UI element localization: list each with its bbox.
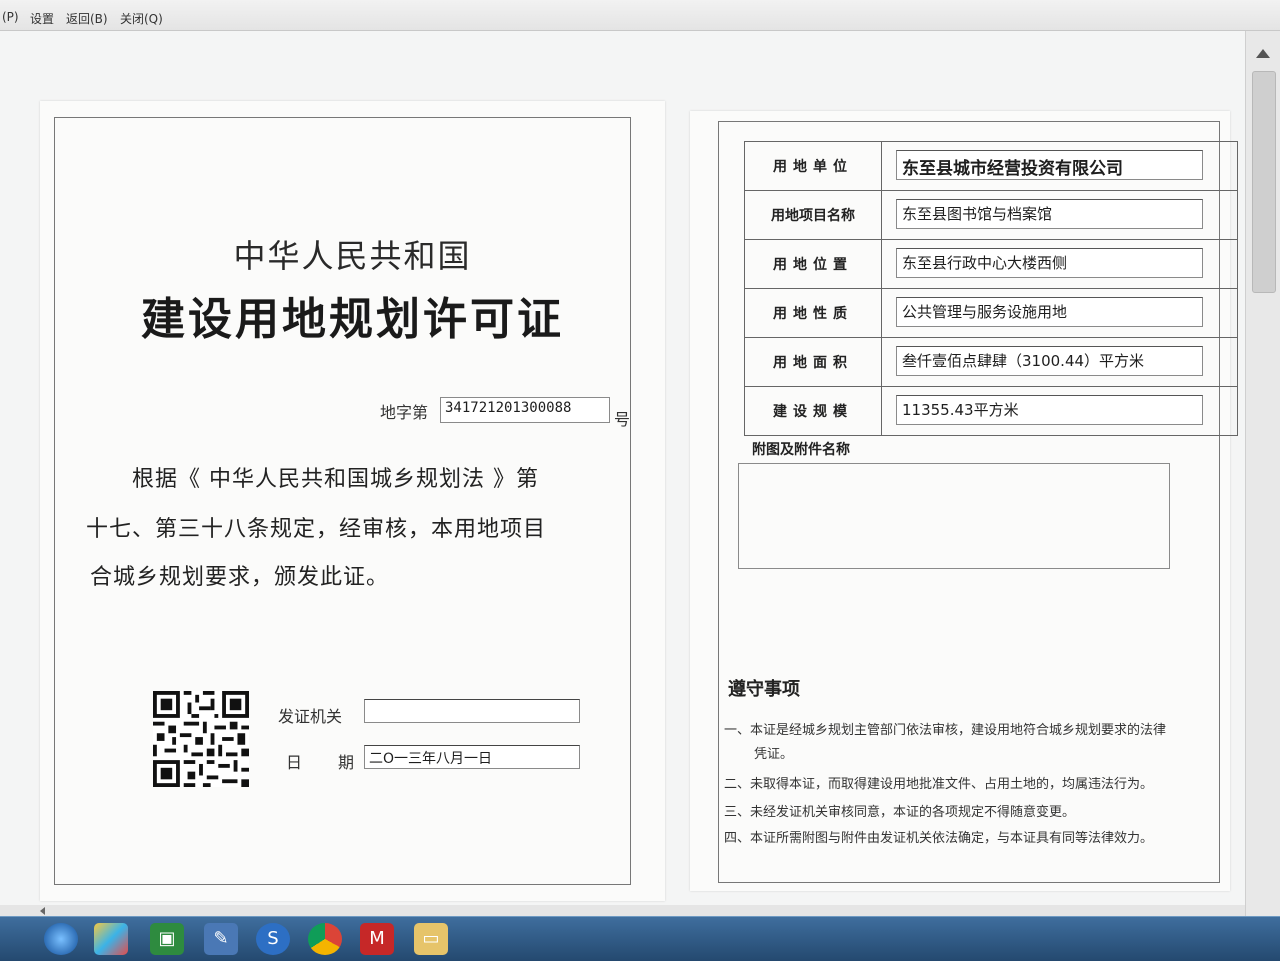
land-area-field: 叁仟壹佰点肆肆（3100.44）平方米 [896, 346, 1203, 376]
certificate-title: 建设用地规划许可证 [141, 294, 564, 345]
land-area-label: 用地面积 [744, 337, 882, 387]
land-info-table: 用地单位 东至县城市经营投资有限公司 用地项目名称 东至县图书馆与档案馆 用地位… [744, 141, 1238, 436]
table-row: 用地项目名称 东至县图书馆与档案馆 [744, 190, 1238, 240]
note-item-1-cont: 凭证。 [754, 747, 794, 762]
note-item-1: 一、本证是经城乡规划主管部门依法审核，建设用地符合城乡规划要求的法律 [724, 723, 1167, 738]
attachments-field [738, 463, 1170, 569]
land-use-label: 用地性质 [744, 288, 882, 338]
table-row: 用地面积 叁仟壹佰点肆肆（3100.44）平方米 [744, 337, 1238, 387]
permit-number-field: 341721201300088 [440, 397, 610, 423]
mcafee-shield-icon[interactable]: M [360, 923, 394, 955]
table-row: 用地位置 东至县行政中心大楼西侧 [744, 239, 1238, 289]
permit-number-suffix: 号 [614, 410, 631, 429]
menu-item-back[interactable]: 返回(B) [66, 10, 108, 27]
construction-scale-field: 11355.43平方米 [896, 395, 1203, 425]
pen-tool-icon[interactable]: ✎ [204, 923, 238, 955]
note-item-2: 二、未取得本证，而取得建设用地批准文件、占用土地的，均属违法行为。 [724, 777, 1154, 792]
chrome-icon[interactable] [308, 923, 342, 955]
note-item-3: 三、未经发证机关审核同意，本证的各项规定不得随意变更。 [724, 805, 1076, 820]
attachments-label: 附图及附件名称 [752, 442, 850, 458]
vertical-scrollbar[interactable] [1245, 31, 1280, 916]
document-canvas: 中华人民共和国 建设用地规划许可证 地字第 341721201300088 号 … [0, 31, 1245, 916]
issuer-label: 发证机关 [278, 707, 343, 726]
project-name-field: 东至县图书馆与档案馆 [896, 199, 1203, 229]
scroll-left-icon[interactable] [40, 907, 45, 915]
qr-code [153, 691, 249, 787]
green-window-icon[interactable]: ▣ [150, 923, 184, 955]
scroll-thumb[interactable] [1252, 71, 1276, 293]
issuer-field [364, 699, 580, 723]
project-name-label: 用地项目名称 [744, 190, 882, 240]
menu-item-close[interactable]: 关闭(Q) [120, 10, 163, 27]
taskbar: ▣ ✎ S M ▭ [0, 916, 1280, 961]
land-use-field: 公共管理与服务设施用地 [896, 297, 1203, 327]
horizontal-scrollbar[interactable] [0, 905, 1245, 916]
body-text-line-3: 合城乡规划要求，颁发此证。 [90, 565, 390, 590]
land-user-field: 东至县城市经营投资有限公司 [896, 150, 1203, 180]
start-orb-icon[interactable] [44, 923, 78, 955]
scroll-up-icon[interactable] [1256, 49, 1270, 58]
table-row: 用地单位 东至县城市经营投资有限公司 [744, 141, 1238, 191]
date-label-period: 期 [338, 753, 355, 772]
menu-item-settings[interactable]: 设置 [30, 10, 54, 27]
construction-scale-label: 建设规模 [744, 386, 882, 436]
issue-date-field: 二O一三年八月一日 [364, 745, 580, 769]
certificate-country: 中华人民共和国 [233, 237, 472, 275]
table-row: 用地性质 公共管理与服务设施用地 [744, 288, 1238, 338]
s-browser-icon[interactable]: S [256, 923, 290, 955]
land-location-field: 东至县行政中心大楼西侧 [896, 248, 1203, 278]
left-page: 中华人民共和国 建设用地规划许可证 地字第 341721201300088 号 … [40, 101, 665, 901]
folder-icon[interactable]: ▭ [414, 923, 448, 955]
menu-bar: (P) 设置 返回(B) 关闭(Q) [0, 0, 1280, 31]
permit-number-label: 地字第 [380, 403, 429, 422]
colorful-app-icon[interactable] [94, 923, 128, 955]
body-text-line-1: 根据《 中华人民共和国城乡规划法 》第 [132, 467, 539, 492]
body-text-line-2: 十七、第三十八条规定，经审核，本用地项目 [86, 517, 547, 542]
land-location-label: 用地位置 [744, 239, 882, 289]
table-row: 建设规模 11355.43平方米 [744, 386, 1238, 436]
menu-item-print[interactable]: (P) [2, 10, 19, 24]
date-label-day: 日 [286, 753, 303, 772]
note-item-4: 四、本证所需附图与附件由发证机关依法确定，与本证具有同等法律效力。 [724, 831, 1154, 846]
land-user-label: 用地单位 [744, 141, 882, 191]
notes-title: 遵守事项 [728, 679, 800, 700]
